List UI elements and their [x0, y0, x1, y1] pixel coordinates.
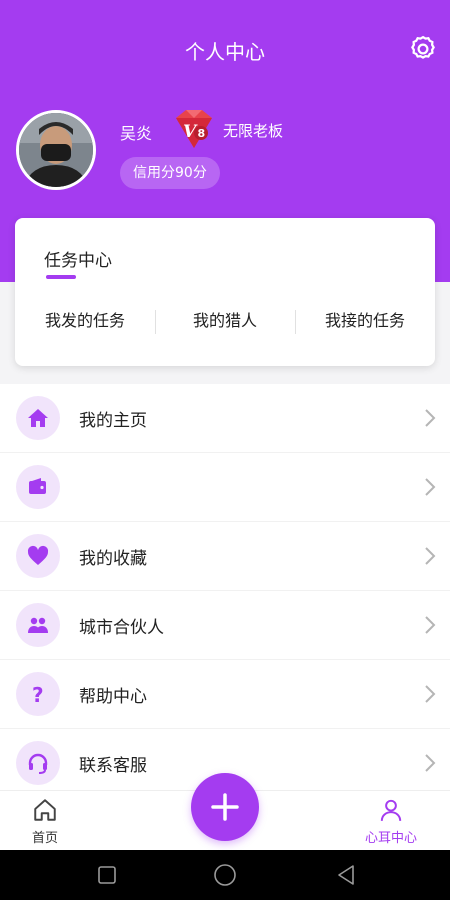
divider	[295, 310, 296, 334]
home-icon	[16, 396, 60, 440]
home-circle-icon[interactable]	[213, 863, 237, 887]
menu-item-wallet[interactable]	[0, 453, 450, 522]
task-center-title: 任务中心	[44, 251, 112, 271]
heart-icon	[16, 534, 60, 578]
tab-accepted-tasks[interactable]: 我接的任务	[295, 308, 435, 334]
tab-me[interactable]: 心耳中心	[351, 797, 431, 846]
menu-item-city-partner[interactable]: 城市合伙人	[0, 591, 450, 660]
tab-published-tasks[interactable]: 我发的任务	[15, 308, 155, 334]
menu-label: 我的主页	[79, 411, 147, 431]
task-center-card: 任务中心 我发的任务 我的猎人 我接的任务	[15, 218, 435, 366]
menu-label: 帮助中心	[79, 687, 147, 707]
svg-text:?: ?	[32, 683, 44, 706]
vip-diamond-icon: V 8	[176, 110, 212, 148]
menu-label: 我的收藏	[79, 549, 147, 569]
menu-item-favorites[interactable]: 我的收藏	[0, 522, 450, 591]
chevron-right-icon	[425, 409, 436, 427]
menu-label: 联系客服	[79, 756, 147, 776]
vip-level: 8	[198, 127, 206, 140]
menu-label: 城市合伙人	[79, 618, 164, 638]
tab-home-label: 首页	[31, 831, 58, 846]
chevron-right-icon	[425, 478, 436, 496]
avatar[interactable]	[16, 110, 96, 190]
task-center-underline	[46, 275, 76, 279]
menu-list: 我的主页 我的收藏 城市合伙人 ? 帮助中心 联系客服	[0, 384, 450, 798]
gear-icon[interactable]	[408, 34, 438, 64]
back-icon[interactable]	[334, 863, 358, 887]
menu-item-homepage[interactable]: 我的主页	[0, 384, 450, 453]
add-button[interactable]	[191, 773, 259, 841]
divider	[155, 310, 156, 334]
recent-apps-icon[interactable]	[95, 863, 119, 887]
plus-icon	[211, 793, 239, 821]
vip-label: 无限老板	[223, 122, 284, 140]
question-icon: ?	[16, 672, 60, 716]
task-tabs: 我发的任务 我的猎人 我接的任务	[15, 308, 435, 334]
chevron-right-icon	[425, 547, 436, 565]
page-title: 个人中心	[185, 40, 265, 64]
person-icon	[380, 799, 402, 821]
avatar-photo	[19, 113, 93, 187]
menu-item-help[interactable]: ? 帮助中心	[0, 660, 450, 729]
tab-home[interactable]: 首页	[5, 797, 85, 846]
username: 吴炎	[120, 124, 153, 143]
partners-icon	[16, 603, 60, 647]
tab-my-hunters[interactable]: 我的猎人	[155, 308, 295, 334]
chevron-right-icon	[425, 685, 436, 703]
wallet-icon	[16, 465, 60, 509]
chevron-right-icon	[425, 616, 436, 634]
chevron-right-icon	[425, 754, 436, 772]
credit-score-badge[interactable]: 信用分90分	[120, 157, 220, 189]
home-outline-icon	[34, 799, 56, 821]
tab-me-label: 心耳中心	[364, 831, 417, 846]
headset-icon	[16, 741, 60, 785]
system-nav-bar	[0, 850, 450, 900]
